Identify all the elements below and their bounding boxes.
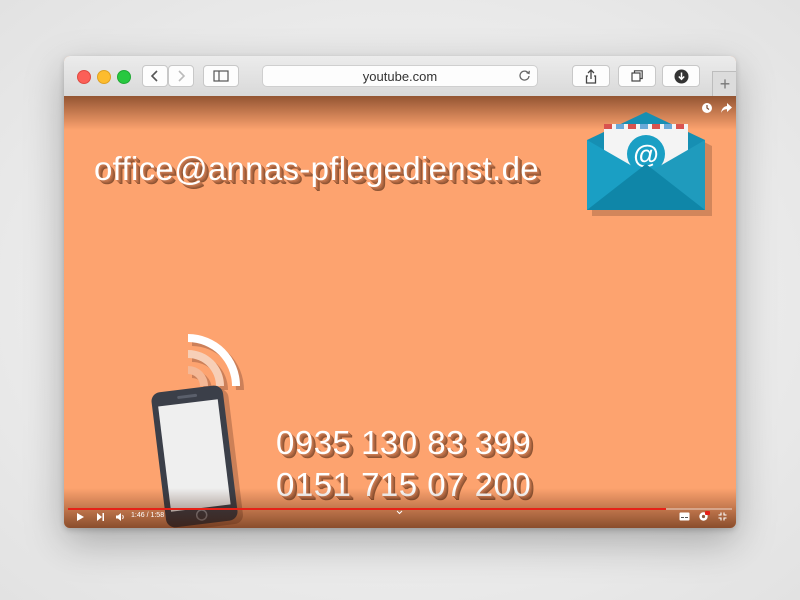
close-window-button[interactable] <box>77 70 91 84</box>
next-icon[interactable] <box>96 512 105 522</box>
reload-button[interactable] <box>518 69 531 85</box>
tabs-icon <box>631 70 643 82</box>
sidebar-icon <box>213 70 229 82</box>
sidebar-button[interactable] <box>203 65 239 87</box>
email-text: office@annas-pflegedienst.de <box>94 150 539 187</box>
volume-icon[interactable] <box>115 512 125 522</box>
share-icon <box>585 68 597 84</box>
zoom-window-button[interactable] <box>117 70 131 84</box>
video-player[interactable]: @ office@annas-pflegedienst.de 0935 130 … <box>64 96 736 528</box>
address-text: youtube.com <box>362 68 438 84</box>
share-video-icon[interactable] <box>720 102 733 114</box>
browser-window: youtube.com + @ office@annas-pflegediens… <box>64 56 736 528</box>
tabs-overview-button[interactable] <box>618 65 656 87</box>
subtitles-icon[interactable] <box>679 512 690 521</box>
address-bar[interactable]: youtube.com <box>262 65 538 87</box>
time-display: 1:46 / 1:58 <box>131 512 165 519</box>
player-controls: 1:46 / 1:58 <box>64 506 736 528</box>
chevron-left-icon <box>150 70 158 82</box>
play-icon[interactable] <box>76 512 85 522</box>
settings-icon[interactable] <box>698 511 710 522</box>
minimize-window-button[interactable] <box>97 70 111 84</box>
phone-number-1: 0935 130 83 399 <box>276 424 532 461</box>
fullscreen-icon[interactable] <box>718 512 727 521</box>
reload-icon <box>519 70 530 81</box>
email-envelope-icon: @ <box>587 112 712 216</box>
back-button[interactable] <box>142 65 168 87</box>
new-tab-button[interactable]: + <box>712 71 736 96</box>
share-button[interactable] <box>572 65 610 87</box>
chevron-right-icon <box>178 70 186 82</box>
forward-button[interactable] <box>168 65 194 87</box>
download-icon <box>674 69 688 83</box>
plus-icon: + <box>719 73 731 94</box>
chevron-down-icon[interactable] <box>396 510 403 515</box>
browser-toolbar: youtube.com + <box>64 56 736 97</box>
downloads-button[interactable] <box>662 65 700 87</box>
